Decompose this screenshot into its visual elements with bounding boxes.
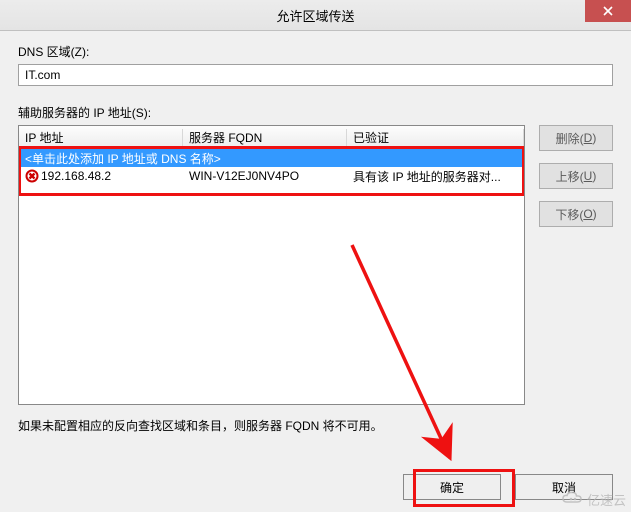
server-list-wrap: IP 地址 服务器 FQDN 已验证 <单击此处添加 IP 地址或 DNS 名称… bbox=[18, 125, 525, 405]
add-entry-row[interactable]: <单击此处添加 IP 地址或 DNS 名称> bbox=[19, 149, 524, 167]
dns-zone-label: DNS 区域(Z): bbox=[18, 43, 613, 60]
dialog-root: 允许区域传送 DNS 区域(Z): IT.com 辅助服务器的 IP 地址(S)… bbox=[0, 0, 631, 512]
add-entry-text: <单击此处添加 IP 地址或 DNS 名称> bbox=[19, 150, 524, 167]
dialog-body: DNS 区域(Z): IT.com 辅助服务器的 IP 地址(S): IP 地址… bbox=[0, 31, 631, 468]
close-icon bbox=[603, 6, 613, 16]
dns-zone-field[interactable]: IT.com bbox=[18, 64, 613, 86]
cell-ip: 192.168.48.2 bbox=[19, 169, 183, 183]
dns-zone-value: IT.com bbox=[25, 68, 60, 82]
move-down-button[interactable]: 下移(O) bbox=[539, 201, 613, 227]
aux-servers-label: 辅助服务器的 IP 地址(S): bbox=[18, 104, 613, 121]
cell-ip-text: 192.168.48.2 bbox=[41, 169, 111, 183]
move-up-button[interactable]: 上移(U) bbox=[539, 163, 613, 189]
list-body: <单击此处添加 IP 地址或 DNS 名称> 192.168.48.2 WIN-… bbox=[19, 149, 524, 185]
window-title: 允许区域传送 bbox=[0, 6, 631, 25]
delete-button[interactable]: 删除(D) bbox=[539, 125, 613, 151]
cancel-button[interactable]: 取消 bbox=[515, 474, 613, 500]
close-button[interactable] bbox=[585, 0, 631, 22]
mid-row: IP 地址 服务器 FQDN 已验证 <单击此处添加 IP 地址或 DNS 名称… bbox=[18, 125, 613, 405]
col-header-ip[interactable]: IP 地址 bbox=[19, 129, 183, 146]
server-list[interactable]: IP 地址 服务器 FQDN 已验证 <单击此处添加 IP 地址或 DNS 名称… bbox=[18, 125, 525, 405]
titlebar: 允许区域传送 bbox=[0, 0, 631, 31]
error-icon bbox=[25, 169, 39, 183]
ok-button[interactable]: 确定 bbox=[403, 474, 501, 500]
dialog-footer: 确定 取消 bbox=[0, 468, 631, 512]
col-header-validated[interactable]: 已验证 bbox=[347, 129, 524, 146]
list-header: IP 地址 服务器 FQDN 已验证 bbox=[19, 126, 524, 149]
table-row[interactable]: 192.168.48.2 WIN-V12EJ0NV4PO 具有该 IP 地址的服… bbox=[19, 167, 524, 185]
col-header-fqdn[interactable]: 服务器 FQDN bbox=[183, 129, 347, 146]
cell-validated: 具有该 IP 地址的服务器对... bbox=[347, 168, 524, 185]
cell-fqdn: WIN-V12EJ0NV4PO bbox=[183, 169, 347, 183]
side-buttons: 删除(D) 上移(U) 下移(O) bbox=[539, 125, 613, 405]
fqdn-hint: 如果未配置相应的反向查找区域和条目，则服务器 FQDN 将不可用。 bbox=[18, 417, 613, 434]
